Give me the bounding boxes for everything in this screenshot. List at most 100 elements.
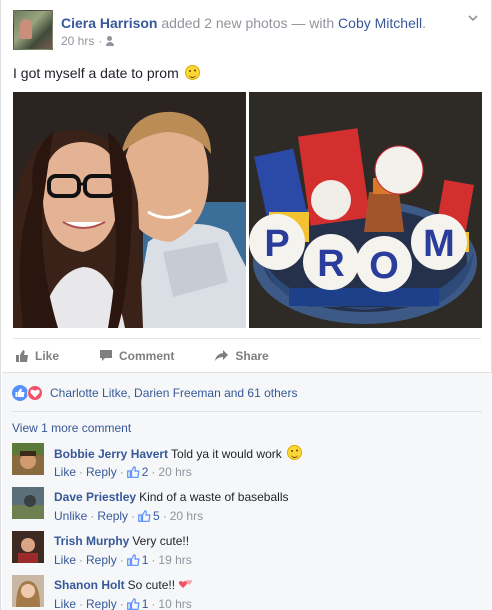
post-action-text: added 2 new photos — with	[157, 15, 339, 31]
commenter-avatar[interactable]	[12, 487, 44, 519]
comment-item: Trish Murphy Very cute!! Like · Reply · 1…	[12, 531, 482, 571]
commenter-avatar[interactable]	[12, 575, 44, 607]
photo-couple-art	[13, 92, 246, 328]
photo-basket-art: P R O M	[249, 92, 482, 328]
comment-like-count[interactable]: 2	[126, 465, 149, 479]
comment-reply-link[interactable]: Reply	[97, 509, 128, 523]
meta-separator: ·	[98, 34, 103, 48]
comment-line: Bobbie Jerry Havert Told ya it would work	[54, 445, 303, 462]
dot-separator: ·	[119, 553, 124, 567]
comment-line: Dave Priestley Kind of a waste of basebal…	[54, 489, 289, 505]
comment-reply-link[interactable]: Reply	[86, 465, 117, 479]
reactions-summary[interactable]: Charlotte Litke, Darien Freeman and 61 o…	[12, 383, 480, 403]
dot-separator: ·	[162, 509, 167, 523]
chevron-down-icon[interactable]	[467, 12, 479, 24]
like-button-label: Like	[35, 348, 60, 363]
post-card: Ciera Harrison added 2 new photos — with…	[0, 0, 492, 610]
comment-text: So cute!!	[127, 578, 176, 592]
dot-separator: ·	[151, 597, 156, 610]
comment-actions: Like · Reply · 2 · 20 hrs	[54, 465, 192, 479]
tagged-person[interactable]: Coby Mitchell	[338, 15, 422, 31]
svg-text:P: P	[264, 223, 289, 265]
comment-timestamp[interactable]: 20 hrs	[170, 509, 203, 523]
wink-emoji-icon	[184, 65, 200, 80]
view-more-comments-link[interactable]: View 1 more comment	[12, 421, 131, 435]
love-icon	[27, 385, 43, 401]
comment-item: Bobbie Jerry Havert Told ya it would work…	[12, 443, 482, 483]
comment-like-number: 2	[141, 465, 149, 479]
thumbs-up-icon	[16, 349, 28, 362]
comment-like-count[interactable]: 5	[138, 509, 160, 523]
friends-icon[interactable]	[106, 36, 118, 46]
comment-actions: Unlike · Reply · 5 · 20 hrs	[54, 509, 203, 523]
post-timestamp[interactable]: 20 hrs	[61, 34, 94, 48]
comment-actions: Like · Reply · 1 · 19 hrs	[54, 553, 192, 567]
dot-separator: ·	[79, 597, 84, 610]
comment-like-number: 1	[141, 597, 149, 610]
comment-actions: Like · Reply · 1 · 10 hrs	[54, 597, 192, 610]
comment-like-number: 1	[141, 553, 149, 567]
comment-unlike-link[interactable]: Unlike	[54, 509, 87, 523]
photo-prom-basket[interactable]: P R O M	[249, 92, 482, 328]
post-action-bar: Like Comment Share	[13, 338, 481, 372]
post-text-content: I got myself a date to prom	[13, 65, 179, 81]
two-hearts-emoji-icon	[179, 579, 193, 588]
dot-separator: ·	[151, 553, 156, 567]
comment-timestamp[interactable]: 10 hrs	[158, 597, 191, 610]
post-action-suffix: .	[422, 15, 426, 31]
dot-separator: ·	[119, 465, 124, 479]
comment-like-link[interactable]: Like	[54, 465, 76, 479]
comment-text: Kind of a waste of baseballs	[139, 490, 289, 504]
comment-line: Shanon Holt So cute!!	[54, 577, 194, 593]
comment-item: Shanon Holt So cute!! Like · Reply · 1 · …	[12, 575, 482, 610]
comment-timestamp[interactable]: 20 hrs	[158, 465, 191, 479]
comment-icon	[100, 350, 113, 361]
post-meta: 20 hrs ·	[61, 34, 118, 48]
commenter-name[interactable]: Dave Priestley	[54, 490, 136, 504]
wink-emoji-icon	[287, 445, 303, 460]
svg-text:M: M	[423, 223, 455, 265]
dot-separator: ·	[119, 597, 124, 610]
author-name[interactable]: Ciera Harrison	[61, 15, 157, 31]
like-icon	[12, 385, 28, 401]
share-button[interactable]: Share	[214, 348, 269, 363]
dot-separator: ·	[90, 509, 95, 523]
comment-like-number: 5	[153, 509, 160, 523]
comment-line: Trish Murphy Very cute!!	[54, 533, 189, 549]
comment-like-link[interactable]: Like	[54, 597, 76, 610]
comment-like-count[interactable]: 1	[126, 597, 149, 610]
comment-item: Dave Priestley Kind of a waste of basebal…	[12, 487, 482, 527]
share-arrow-icon	[215, 350, 229, 361]
photo-couple[interactable]	[13, 92, 246, 328]
reactions-summary-text: Charlotte Litke, Darien Freeman and 61 o…	[50, 386, 298, 400]
commenter-name[interactable]: Bobbie Jerry Havert	[54, 447, 168, 461]
author-avatar[interactable]	[13, 10, 53, 50]
comment-text: Told ya it would work	[171, 447, 282, 461]
thumbs-up-outline-icon	[126, 466, 140, 478]
post-header: Ciera Harrison added 2 new photos — with…	[13, 10, 481, 54]
dot-separator: ·	[151, 465, 156, 479]
commenter-avatar[interactable]	[12, 443, 44, 475]
dot-separator: ·	[131, 509, 136, 523]
dot-separator: ·	[79, 465, 84, 479]
comment-reply-link[interactable]: Reply	[86, 553, 117, 567]
comment-like-link[interactable]: Like	[54, 553, 76, 567]
share-button-label: Share	[235, 348, 269, 363]
thumbs-up-outline-icon	[126, 554, 140, 566]
post-header-line: Ciera Harrison added 2 new photos — with…	[61, 14, 426, 32]
comment-timestamp[interactable]: 19 hrs	[158, 553, 191, 567]
comments-section: Charlotte Litke, Darien Freeman and 61 o…	[2, 372, 492, 610]
comment-text: Very cute!!	[132, 534, 190, 548]
commenter-name[interactable]: Trish Murphy	[54, 534, 129, 548]
divider	[12, 411, 482, 412]
comment-like-count[interactable]: 1	[126, 553, 149, 567]
commenter-name[interactable]: Shanon Holt	[54, 578, 125, 592]
commenter-avatar[interactable]	[12, 531, 44, 563]
comment-button[interactable]: Comment	[99, 349, 174, 363]
like-button[interactable]: Like	[15, 349, 59, 363]
comment-reply-link[interactable]: Reply	[86, 597, 117, 610]
svg-text:O: O	[369, 245, 399, 287]
thumbs-up-outline-icon	[126, 598, 140, 610]
dot-separator: ·	[79, 553, 84, 567]
thumbs-up-outline-icon	[138, 510, 151, 522]
